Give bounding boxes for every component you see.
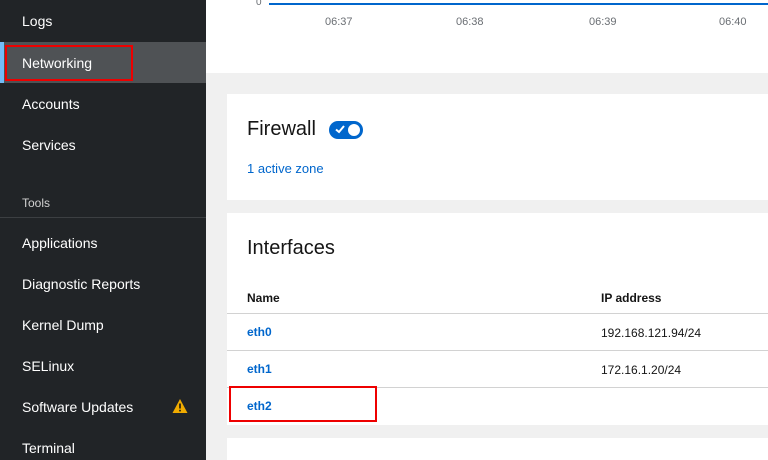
check-icon — [335, 125, 345, 134]
interface-link-eth2[interactable]: eth2 — [247, 399, 272, 413]
sidebar-item-kernel-dump[interactable]: Kernel Dump — [0, 304, 206, 345]
toggle-knob — [348, 124, 360, 136]
sidebar-item-logs[interactable]: Logs — [0, 0, 206, 41]
sidebar-item-services[interactable]: Services — [0, 124, 206, 165]
table-row[interactable]: eth1 172.16.1.20/24 — [227, 350, 768, 387]
table-row[interactable]: eth2 — [227, 387, 768, 424]
table-row[interactable]: eth0 192.168.121.94/24 — [227, 313, 768, 350]
interface-link-eth0[interactable]: eth0 — [247, 325, 272, 339]
sidebar-item-networking[interactable]: Networking — [0, 42, 206, 83]
sidebar-item-diagnostic-reports[interactable]: Diagnostic Reports — [0, 263, 206, 304]
next-card — [227, 438, 768, 460]
sidebar-item-label: Accounts — [22, 95, 80, 112]
interfaces-title: Interfaces — [247, 237, 335, 259]
sidebar-divider — [0, 217, 206, 218]
sidebar-item-applications[interactable]: Applications — [0, 222, 206, 263]
sidebar-item-software-updates[interactable]: Software Updates — [0, 386, 206, 427]
main-content: 0 06:37 06:38 06:39 06:40 Firewall 1 act… — [206, 0, 768, 460]
sidebar-item-label: Terminal — [22, 439, 75, 456]
sidebar-item-label: Applications — [22, 234, 98, 251]
column-header-ip-address[interactable]: IP address — [601, 291, 661, 305]
chart-y-zero-label: 0 — [256, 0, 262, 8]
sidebar-item-selinux[interactable]: SELinux — [0, 345, 206, 386]
sidebar-item-label: Diagnostic Reports — [22, 275, 141, 292]
firewall-title: Firewall — [247, 118, 316, 140]
interface-ip: 172.16.1.20/24 — [601, 363, 682, 377]
sidebar-item-accounts[interactable]: Accounts — [0, 83, 206, 124]
column-header-name[interactable]: Name — [247, 291, 280, 305]
chart-x-tick: 06:37 — [325, 16, 353, 28]
sidebar-item-label: Software Updates — [22, 398, 134, 415]
sidebar-item-label: Logs — [22, 12, 53, 29]
chart-baseline — [269, 3, 768, 5]
chart-x-tick: 06:39 — [589, 16, 617, 28]
interface-link-eth1[interactable]: eth1 — [247, 362, 272, 376]
sidebar-section-tools: Tools — [22, 196, 51, 210]
interfaces-card: Interfaces Name IP address eth0 192.168.… — [227, 213, 768, 425]
sidebar-item-terminal[interactable]: Terminal — [0, 427, 206, 460]
chart-x-tick: 06:40 — [719, 16, 747, 28]
warning-triangle-icon — [172, 399, 188, 413]
sidebar-item-label: SELinux — [22, 357, 75, 374]
active-zones-link[interactable]: 1 active zone — [247, 161, 324, 176]
sidebar-item-label: Networking — [22, 54, 93, 71]
firewall-toggle[interactable] — [329, 121, 363, 139]
network-traffic-chart: 0 06:37 06:38 06:39 06:40 — [206, 0, 768, 73]
interface-ip: 192.168.121.94/24 — [601, 326, 702, 340]
sidebar-item-label: Services — [22, 136, 76, 153]
chart-x-tick: 06:38 — [456, 16, 484, 28]
firewall-card: Firewall 1 active zone — [227, 94, 768, 200]
sidebar-item-label: Kernel Dump — [22, 316, 104, 333]
sidebar: Logs Networking Accounts Services Tools … — [0, 0, 206, 460]
